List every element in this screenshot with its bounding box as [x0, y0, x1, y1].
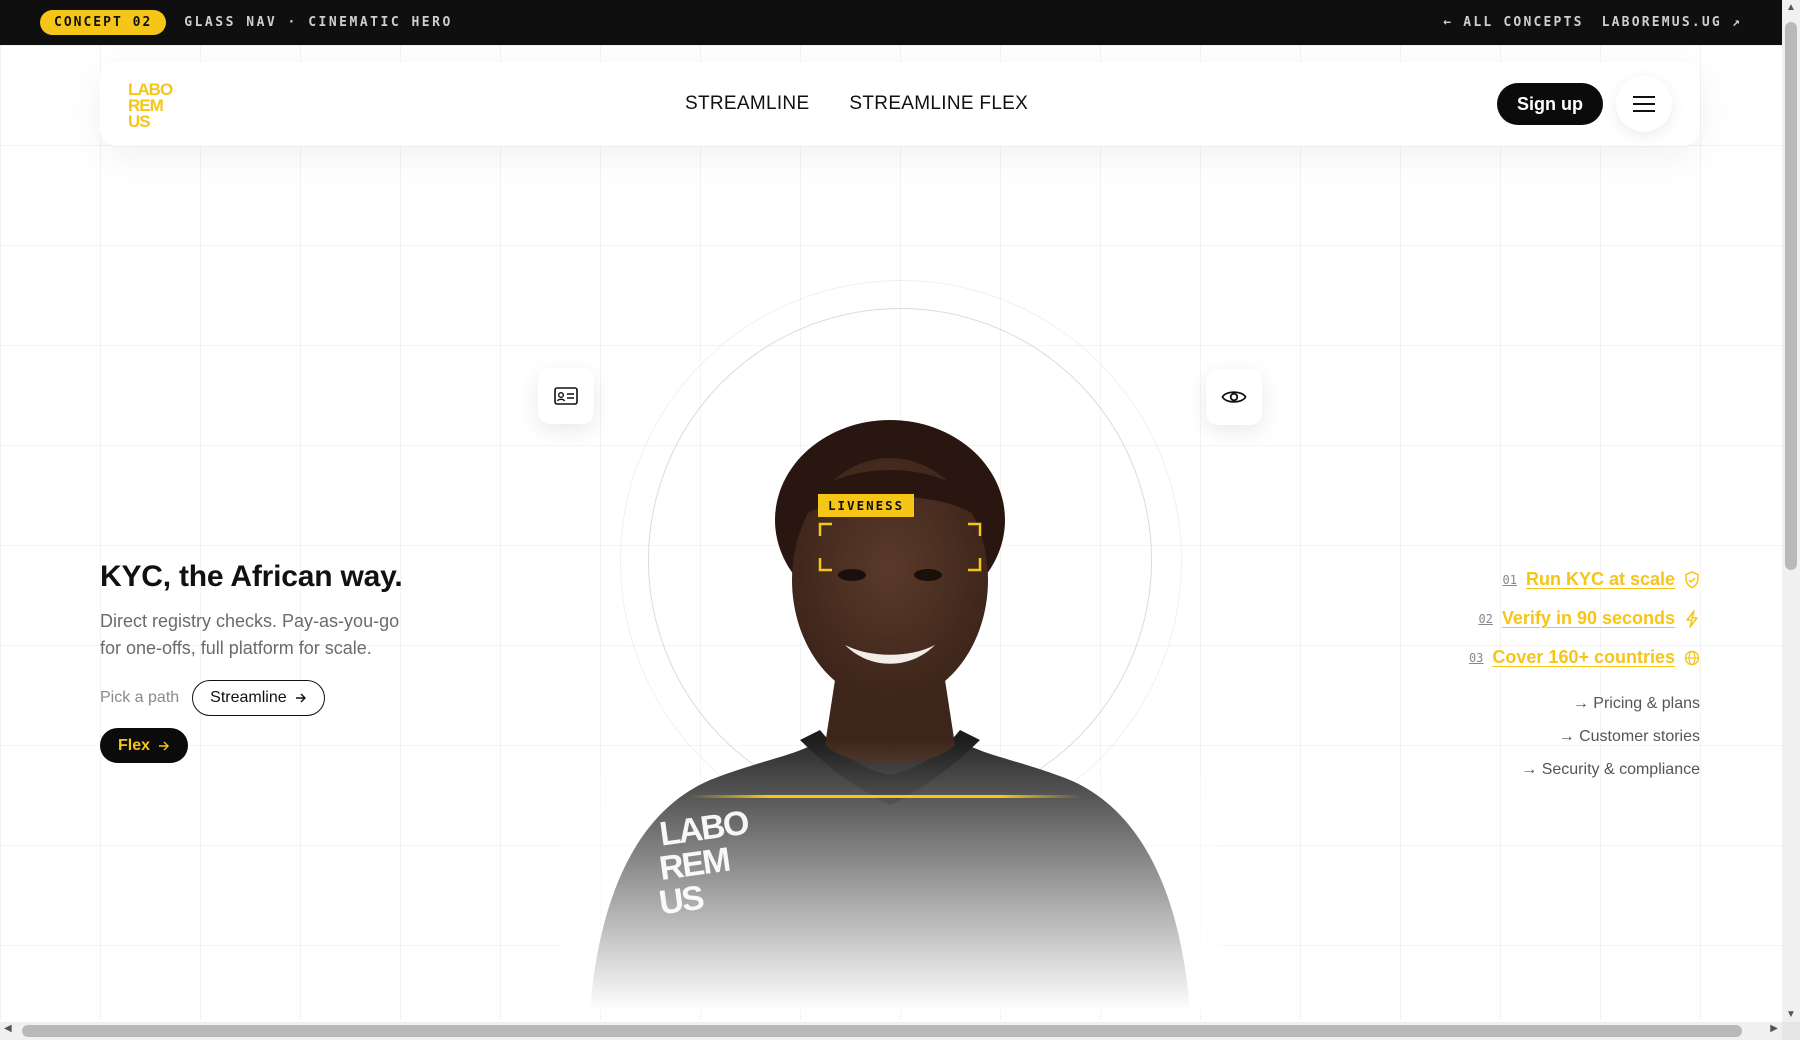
- feature-list: 01 Run KYC at scale 02 Verify in 90 seco…: [1360, 560, 1700, 786]
- sign-up-button[interactable]: Sign up: [1497, 83, 1603, 125]
- id-card-icon: [554, 387, 578, 405]
- concept-bar-links: ← ALL CONCEPTS LABOREMUS.UG ↗: [1443, 0, 1742, 45]
- scan-line: [690, 795, 1080, 798]
- path-label: Pick a path: [100, 689, 180, 706]
- streamline-path-button[interactable]: Streamline: [192, 680, 325, 716]
- eye-icon: [1221, 391, 1247, 403]
- feature-item[interactable]: 02 Verify in 90 seconds: [1360, 599, 1700, 638]
- scroll-up-icon[interactable]: ▲: [1782, 2, 1800, 13]
- primary-nav: STREAMLINE STREAMLINE FLEX: [685, 62, 1028, 146]
- feature-number: 01: [1502, 572, 1517, 587]
- scroll-left-icon[interactable]: ◀: [4, 1023, 12, 1034]
- horizontal-scrollbar[interactable]: ◀ ▶: [0, 1022, 1782, 1040]
- scroll-right-icon[interactable]: ▶: [1770, 1023, 1778, 1034]
- liveness-tag: LIVENESS: [818, 494, 915, 517]
- quick-links: → Pricing & plans → Customer stories → S…: [1360, 687, 1700, 786]
- feature-number: 03: [1468, 650, 1484, 665]
- shield-icon: [1685, 570, 1699, 588]
- arrow-right-icon: [159, 741, 170, 750]
- streamline-path-label: Streamline: [210, 689, 287, 706]
- hamburger-icon: [1633, 96, 1655, 112]
- laboremus-logo[interactable]: LABO REM US: [128, 80, 188, 130]
- security-compliance-link[interactable]: → Security & compliance: [1360, 753, 1700, 786]
- laboremus-site-link[interactable]: LABOREMUS.UG ↗: [1602, 15, 1742, 30]
- feature-link[interactable]: Cover 160+ countries: [1492, 647, 1675, 668]
- eye-badge: [1206, 369, 1262, 425]
- svg-text:US: US: [128, 112, 150, 130]
- scrollbar-corner: [1782, 1022, 1800, 1040]
- feature-number: 02: [1478, 611, 1493, 626]
- scroll-down-icon[interactable]: ▼: [1782, 1009, 1800, 1020]
- all-concepts-link[interactable]: ← ALL CONCEPTS: [1443, 15, 1583, 30]
- nav-link-streamline-flex[interactable]: STREAMLINE FLEX: [849, 93, 1028, 115]
- flex-path-label: Flex: [118, 736, 151, 754]
- concept-bar: CONCEPT 02 GLASS NAV · CINEMATIC HERO ← …: [0, 0, 1782, 45]
- glass-nav: LABO REM US STREAMLINE STREAMLINE FLEX S…: [100, 62, 1700, 146]
- globe-icon: [1684, 650, 1700, 665]
- path-picker: Pick a path Streamline: [100, 680, 430, 716]
- menu-button[interactable]: [1616, 76, 1672, 132]
- arrow-right-icon: [295, 693, 306, 703]
- feature-link[interactable]: Run KYC at scale: [1526, 569, 1675, 590]
- customer-stories-link[interactable]: → Customer stories: [1360, 720, 1700, 753]
- horizontal-scroll-thumb[interactable]: [22, 1025, 1742, 1037]
- feature-item[interactable]: 01 Run KYC at scale: [1360, 560, 1700, 599]
- hero-title: KYC, the African way.: [100, 560, 403, 593]
- hero-description: Direct registry checks. Pay-as-you-go fo…: [100, 611, 400, 658]
- concept-subtitle: GLASS NAV · CINEMATIC HERO: [184, 15, 453, 30]
- vertical-scroll-thumb[interactable]: [1785, 22, 1797, 570]
- face-scan-frame: [818, 522, 982, 572]
- id-card-badge: [538, 368, 594, 424]
- feature-item[interactable]: 03 Cover 160+ countries: [1360, 638, 1700, 677]
- hero-intro: KYC, the African way. Direct registry ch…: [100, 560, 430, 763]
- nav-link-streamline[interactable]: STREAMLINE: [685, 93, 809, 115]
- pricing-link[interactable]: → Pricing & plans: [1360, 687, 1700, 720]
- feature-link[interactable]: Verify in 90 seconds: [1502, 608, 1675, 629]
- vertical-scrollbar[interactable]: ▲ ▼: [1782, 0, 1800, 1022]
- concept-badge: CONCEPT 02: [40, 10, 167, 35]
- flex-path-button[interactable]: Flex: [100, 728, 189, 763]
- bolt-icon: [1686, 609, 1698, 628]
